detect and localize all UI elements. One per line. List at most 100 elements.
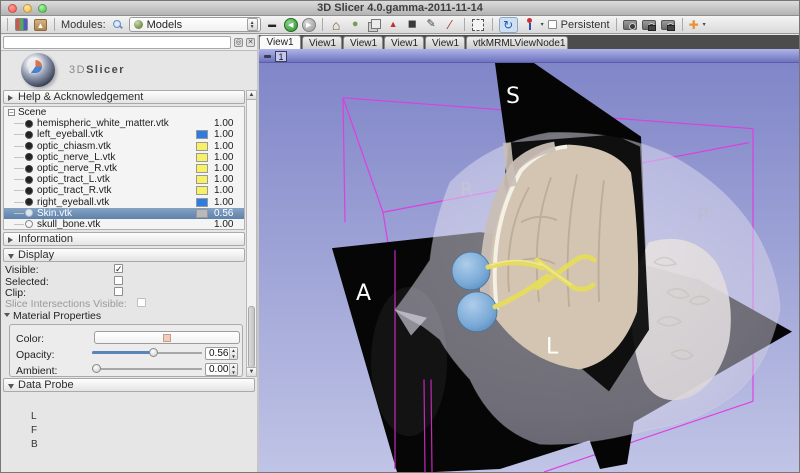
ambient-slider[interactable] xyxy=(92,363,202,374)
tab-view1-active[interactable]: View1 xyxy=(259,35,301,49)
visibility-eye-icon[interactable] xyxy=(25,165,33,173)
tab-view1[interactable]: View1 xyxy=(302,36,342,49)
window-title: 3D Slicer 4.0.gamma-2011-11-14 xyxy=(1,2,799,14)
module-search-icon[interactable] xyxy=(110,17,125,32)
module-selector[interactable]: Models ▲▼ xyxy=(129,17,261,32)
volume-rendering-icon[interactable]: ◼ xyxy=(405,17,420,32)
opacity-spinbox[interactable]: 0.56 ▲▼ xyxy=(205,347,238,360)
main-toolbar: ▲ Modules: Models ▲▼ ▬ ◀ ▶ ⌂ ● ▲ ◼ ✎ ∕ ↻… xyxy=(1,16,799,34)
scene-item-row[interactable]: hemispheric_white_matter.vtk1.00 xyxy=(4,118,244,129)
scene-item-row-selected[interactable]: Skin.vtk0.56 xyxy=(4,208,244,219)
models-favorite-icon[interactable]: ● xyxy=(348,17,363,32)
data-module-icon[interactable] xyxy=(367,17,382,32)
ambient-spinbox[interactable]: 0.00 ▲▼ xyxy=(205,363,238,376)
clip-checkbox[interactable] xyxy=(114,287,123,296)
view-area: View1 View1 View1 View1 View1 vtkMRMLVie… xyxy=(259,35,799,472)
orientation-label-anterior: A xyxy=(356,281,371,306)
color-swatch xyxy=(196,186,208,195)
visibility-eye-icon[interactable] xyxy=(25,220,33,228)
visibility-eye-icon[interactable] xyxy=(25,198,33,206)
scene-item-row[interactable]: optic_tract_R.vtk1.00 xyxy=(4,185,244,196)
scene-item-row[interactable]: optic_chiasm.vtk1.00 xyxy=(4,141,244,152)
module-forward-icon[interactable]: ▶ xyxy=(302,18,316,32)
color-picker-button[interactable] xyxy=(94,331,240,344)
tab-view1[interactable]: View1 xyxy=(343,36,383,49)
visible-checkbox[interactable]: ✓ xyxy=(114,264,123,273)
place-mode-dropdown-icon[interactable]: ▾ xyxy=(541,21,544,28)
data-probe-row-b: B xyxy=(31,438,38,452)
scene-item-row[interactable]: optic_tract_L.vtk1.00 xyxy=(4,174,244,185)
visibility-eye-icon[interactable] xyxy=(25,120,33,128)
scene-view-restore-icon[interactable] xyxy=(661,17,676,32)
toolbar-separator xyxy=(464,18,465,31)
help-section-header[interactable]: Help & Acknowledgement xyxy=(3,90,245,104)
place-fiducial-icon[interactable] xyxy=(522,17,537,32)
view-controller-bar[interactable]: 1 xyxy=(259,49,799,63)
display-section-header[interactable]: Display xyxy=(3,248,245,262)
opacity-slider[interactable] xyxy=(92,347,202,358)
opacity-label: Opacity: xyxy=(16,349,55,361)
load-data-icon[interactable] xyxy=(14,17,29,32)
tab-view1[interactable]: View1 xyxy=(425,36,465,49)
home-module-icon[interactable]: ⌂ xyxy=(329,17,344,32)
slicer-logo-icon xyxy=(21,53,55,87)
panel-scrollbar[interactable]: ▲ ▼ xyxy=(246,90,257,377)
view-tab-bar: View1 View1 View1 View1 View1 vtkMRMLVie… xyxy=(259,35,799,49)
orientation-label-right: R xyxy=(460,178,473,200)
visibility-eye-icon[interactable] xyxy=(25,142,33,150)
visibility-eye-icon[interactable] xyxy=(25,209,33,217)
module-history-icon[interactable]: ▬ xyxy=(265,17,280,32)
panel-close-icon[interactable]: ✕ xyxy=(246,38,255,47)
ruler-icon[interactable]: ∕ xyxy=(443,17,458,32)
orientation-label-superior: S xyxy=(506,84,520,109)
panel-pin-icon[interactable]: ◎ xyxy=(234,38,243,47)
view-menu-icon[interactable] xyxy=(264,55,271,58)
toolbar-separator xyxy=(54,18,55,31)
scene-item-row[interactable]: right_eyeball.vtk1.00 xyxy=(4,197,244,208)
visibility-eye-icon[interactable] xyxy=(25,176,33,184)
module-selector-value: Models xyxy=(147,19,243,31)
scene-tree: – Scene hemispheric_white_matter.vtk1.00… xyxy=(3,106,245,230)
visibility-eye-icon[interactable] xyxy=(25,153,33,161)
scene-item-row[interactable]: skull_bone.vtk1.00 xyxy=(4,219,244,230)
data-probe-row-f: F xyxy=(31,424,38,438)
material-properties-group: Color: Opacity: 0.56 ▲▼ Ambient: 0.00 ▲▼ xyxy=(9,324,243,377)
scene-view-icon[interactable] xyxy=(642,17,657,32)
visibility-eye-icon[interactable] xyxy=(25,131,33,139)
screenshot-icon[interactable] xyxy=(471,17,486,32)
module-back-icon[interactable]: ◀ xyxy=(284,18,298,32)
selected-label: Selected: xyxy=(5,276,49,287)
scene-item-row[interactable]: left_eyeball.vtk1.00 xyxy=(4,129,244,140)
visibility-eye-icon[interactable] xyxy=(25,187,33,195)
scene-root-row[interactable]: – Scene xyxy=(4,107,244,118)
color-swatch xyxy=(196,153,208,162)
modules-label: Modules: xyxy=(61,19,106,31)
scrollbar-thumb[interactable] xyxy=(248,306,255,368)
expander-icon[interactable]: – xyxy=(8,109,15,116)
threed-canvas[interactable]: S R A L P xyxy=(259,63,799,472)
scene-item-row[interactable]: optic_nerve_R.vtk1.00 xyxy=(4,163,244,174)
persistent-checkbox[interactable] xyxy=(548,20,557,29)
orientation-label-posterior: P xyxy=(697,204,708,226)
information-section-header[interactable]: Information xyxy=(3,232,245,246)
color-swatch xyxy=(196,209,208,218)
material-properties-header[interactable]: Material Properties xyxy=(13,310,101,322)
data-probe-row-l: L xyxy=(31,410,38,424)
tab-vtkmrmlviewnode[interactable]: vtkMRMLViewNode1 xyxy=(466,36,568,49)
save-icon[interactable]: ▲ xyxy=(33,17,48,32)
extensions-icon[interactable]: ✚ xyxy=(689,18,699,32)
color-swatch xyxy=(196,142,208,151)
slice-intersections-label: Slice Intersections Visible: xyxy=(5,298,127,309)
color-swatch xyxy=(196,198,208,207)
extensions-dropdown-icon[interactable]: ▾ xyxy=(703,21,706,28)
data-probe-section-header[interactable]: Data Probe xyxy=(3,378,255,392)
rotate-mode-icon[interactable]: ↻ xyxy=(499,17,518,33)
tab-view1[interactable]: View1 xyxy=(384,36,424,49)
markups-module-icon[interactable]: ▲ xyxy=(386,17,401,32)
editor-module-icon[interactable]: ✎ xyxy=(424,17,439,32)
selected-checkbox[interactable] xyxy=(114,276,123,285)
color-swatch xyxy=(196,130,208,139)
scene-item-row[interactable]: optic_nerve_L.vtk1.00 xyxy=(4,152,244,163)
capture-screenshot-icon[interactable] xyxy=(623,17,638,32)
slice-intersections-checkbox[interactable] xyxy=(137,298,146,307)
